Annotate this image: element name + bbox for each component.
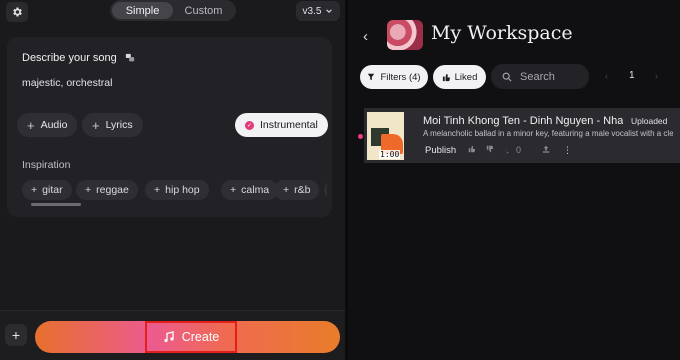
inspiration-tags: + gitar + reggae + hip hop + calma + r&b bbox=[22, 180, 327, 200]
track-description: A melancholic ballad in a minor key, fea… bbox=[423, 129, 673, 138]
gear-icon bbox=[13, 7, 22, 17]
search-icon bbox=[502, 72, 512, 82]
page-number: 1 bbox=[629, 70, 635, 81]
card-title: Describe your song bbox=[22, 52, 135, 64]
chevron-left-icon[interactable]: ‹ bbox=[363, 28, 368, 45]
publish-button[interactable]: Publish bbox=[425, 145, 456, 156]
add-lyrics-label: Lyrics bbox=[105, 119, 133, 131]
track-status-badge: Uploaded bbox=[631, 116, 668, 126]
plus-icon: + bbox=[230, 184, 237, 196]
song-description-card: Describe your song majestic, orchestral … bbox=[7, 37, 332, 217]
inspiration-scrollbar[interactable] bbox=[31, 203, 81, 206]
share-icon[interactable] bbox=[542, 145, 550, 153]
thumbs-up-icon bbox=[442, 73, 450, 81]
filter-icon bbox=[368, 73, 375, 81]
add-audio-label: Audio bbox=[40, 119, 68, 131]
workspace-panel: ‹ My Workspace Filters (4) Liked Search … bbox=[348, 0, 680, 360]
liked-filter-button[interactable]: Liked bbox=[433, 65, 486, 89]
track-title[interactable]: Moi Tinh Khong Ten - Dinh Nguyen - NhacH… bbox=[423, 115, 623, 127]
next-page-button[interactable]: › bbox=[655, 71, 658, 81]
quote-icon[interactable] bbox=[125, 53, 135, 63]
tag-label: gitar bbox=[42, 184, 63, 196]
comment-button[interactable]: 0 bbox=[505, 145, 521, 155]
liked-label: Liked bbox=[454, 71, 478, 83]
create-panel: Simple Custom v3.5 Describe your song ma… bbox=[0, 0, 345, 360]
workspace-title: My Workspace bbox=[431, 22, 573, 44]
mode-toggle: Simple Custom bbox=[110, 0, 236, 21]
plus-icon: + bbox=[31, 184, 38, 196]
instrumental-label: Instrumental bbox=[260, 119, 318, 131]
create-header: Simple Custom v3.5 bbox=[0, 0, 345, 26]
tag-label: hip hop bbox=[165, 184, 200, 196]
instrumental-toggle[interactable]: ✓ Instrumental bbox=[235, 113, 328, 137]
plus-icon: + bbox=[27, 117, 35, 133]
inspiration-tag[interactable]: + hip hop bbox=[145, 180, 209, 200]
tag-label: calma bbox=[241, 184, 270, 196]
mode-custom-tab[interactable]: Custom bbox=[173, 2, 234, 19]
inspiration-tag[interactable]: + reggae bbox=[76, 180, 138, 200]
filters-button[interactable]: Filters (4) bbox=[360, 65, 428, 89]
settings-button[interactable] bbox=[6, 2, 28, 22]
track-cover[interactable]: 1:00 bbox=[367, 112, 404, 160]
inspiration-tag[interactable]: + r&b bbox=[274, 180, 320, 200]
version-select[interactable]: v3.5 bbox=[296, 1, 340, 21]
inspiration-tag[interactable]: + calma bbox=[221, 180, 279, 200]
mode-simple-tab[interactable]: Simple bbox=[112, 2, 173, 19]
filters-label: Filters (4) bbox=[380, 71, 421, 83]
search-input[interactable]: Search bbox=[491, 64, 589, 89]
inspiration-tag-overflow[interactable] bbox=[324, 180, 327, 200]
plus-icon: + bbox=[85, 184, 92, 196]
more-vertical-icon[interactable]: ⋮ bbox=[563, 145, 572, 156]
inspiration-label: Inspiration bbox=[22, 159, 71, 171]
search-placeholder: Search bbox=[520, 70, 555, 83]
thumbs-down-icon[interactable] bbox=[486, 145, 494, 153]
chevron-down-icon bbox=[326, 9, 333, 13]
prev-page-button[interactable]: ‹ bbox=[605, 71, 608, 81]
add-lyrics-button[interactable]: + Lyrics bbox=[82, 113, 143, 137]
inspiration-tag[interactable]: + gitar bbox=[22, 180, 72, 200]
create-button-highlight: Create bbox=[145, 321, 237, 353]
workspace-cover bbox=[387, 20, 423, 50]
more-options-button[interactable]: + bbox=[5, 324, 27, 346]
now-playing-indicator bbox=[358, 134, 363, 139]
create-button[interactable]: Create bbox=[35, 321, 340, 353]
tag-label: r&b bbox=[294, 184, 311, 196]
plus-icon: + bbox=[92, 117, 100, 133]
plus-icon: + bbox=[283, 184, 290, 196]
comment-count: 0 bbox=[516, 145, 522, 155]
add-audio-button[interactable]: + Audio bbox=[17, 113, 78, 137]
tag-label: reggae bbox=[96, 184, 129, 196]
plus-icon: + bbox=[154, 184, 161, 196]
create-label: Create bbox=[181, 330, 220, 344]
version-label: v3.5 bbox=[302, 5, 322, 17]
thumbs-up-icon[interactable] bbox=[468, 145, 476, 153]
card-title-text: Describe your song bbox=[22, 52, 117, 64]
check-icon: ✓ bbox=[245, 120, 254, 130]
comment-icon bbox=[505, 146, 509, 154]
song-description-input[interactable]: majestic, orchestral bbox=[22, 77, 112, 89]
track-duration: 1:00 bbox=[379, 150, 401, 159]
music-note-icon bbox=[164, 331, 174, 343]
